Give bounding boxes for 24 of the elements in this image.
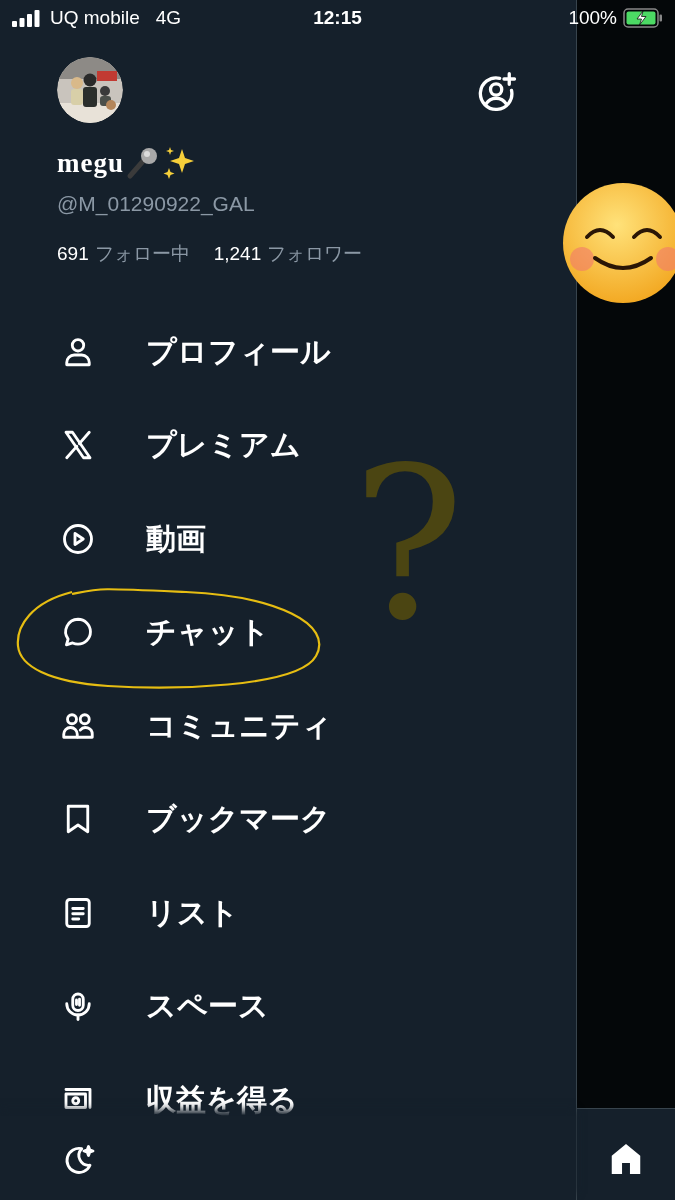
network-type: 4G bbox=[155, 7, 182, 29]
menu-item[interactable]: ブックマーク bbox=[146, 799, 331, 840]
signal-icon bbox=[12, 9, 42, 27]
microphone-icon bbox=[126, 146, 160, 180]
menu-item[interactable]: コミュニティ bbox=[146, 705, 332, 746]
smiley-emoji-icon bbox=[562, 182, 675, 304]
follow-count-link[interactable]: 691 フォロー中 bbox=[57, 240, 190, 268]
menu-item[interactable]: 動画 bbox=[146, 518, 206, 559]
clock-time: 12:15 bbox=[313, 7, 362, 29]
menu-item[interactable]: リスト bbox=[146, 892, 239, 933]
menu-item[interactable]: プロフィール bbox=[146, 331, 331, 372]
carrier-name: UQ mobile bbox=[50, 7, 140, 29]
display-name: megu bbox=[57, 147, 124, 179]
battery-charging-icon bbox=[623, 8, 663, 28]
menu-item[interactable]: プレミアム bbox=[146, 425, 301, 466]
menu-item[interactable]: チャット bbox=[146, 612, 270, 653]
menu-item[interactable]: スペース bbox=[146, 986, 269, 1027]
follow-count-link[interactable]: 1,241 フォロワー bbox=[213, 240, 363, 268]
menu-item[interactable]: 収益を得る bbox=[146, 1079, 298, 1116]
user-handle: @M_01290922_GAL bbox=[57, 191, 255, 218]
question-mark-annotation: ? bbox=[352, 440, 465, 650]
add-account-icon[interactable] bbox=[476, 72, 518, 114]
sparkles-icon bbox=[162, 146, 196, 180]
battery-percent: 100% bbox=[568, 7, 617, 29]
